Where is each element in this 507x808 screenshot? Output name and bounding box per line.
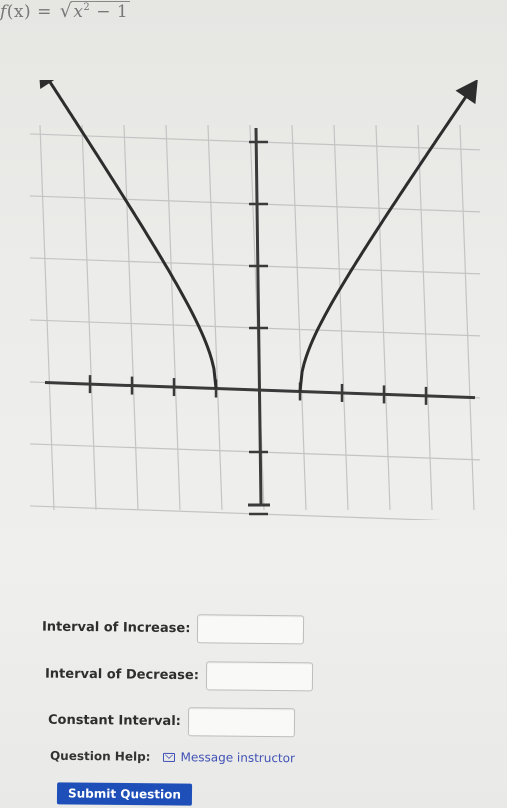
interval-increase-label: Interval of Increase: [41,619,191,637]
function-formula: f(x) = √x2 − 1 [0,0,131,22]
axes [44,127,476,516]
mail-icon [162,752,175,762]
question-help: Question Help: Message instructor [50,749,295,766]
submit-question-button[interactable]: Submit Question [56,782,193,806]
question-help-label: Question Help: [49,748,151,764]
radicand-rest: − 1 [90,2,129,22]
grid-line-vertical [333,124,349,511]
grid-line-vertical [165,124,181,511]
constant-interval-row: Constant Interval: [47,706,296,738]
message-instructor-link[interactable]: Message instructor [162,750,295,765]
grid-lines [29,124,481,520]
grid-line-vertical [39,124,55,511]
function-graph [29,80,481,520]
curve-right-branch [298,86,474,392]
function-name: f [0,2,7,22]
radicand: x2 − 1 [71,1,131,22]
constant-interval-input[interactable] [187,707,296,738]
grid-line-vertical [375,124,391,511]
interval-increase-row: Interval of Increase: [42,613,305,645]
grid-line-vertical [417,124,433,511]
interval-decrease-input[interactable] [205,661,314,692]
function-variable: (x) [6,2,32,22]
message-instructor-label: Message instructor [180,750,296,766]
arrow-left-icon [39,80,55,90]
grid-line-vertical [291,124,307,511]
grid-line-vertical [459,124,475,511]
equals-sign: = [37,2,52,22]
radicand-base: x [73,2,84,22]
interval-decrease-row: Interval of Decrease: [44,660,314,692]
curve-left-branch [46,80,218,389]
grid-line-vertical [123,124,139,511]
interval-increase-input[interactable] [197,614,305,645]
interval-decrease-label: Interval of Decrease: [44,666,200,684]
grid-line-vertical [81,124,97,511]
arrow-right-icon [455,80,478,105]
constant-interval-label: Constant Interval: [47,712,181,730]
grid-line-vertical [207,124,223,511]
